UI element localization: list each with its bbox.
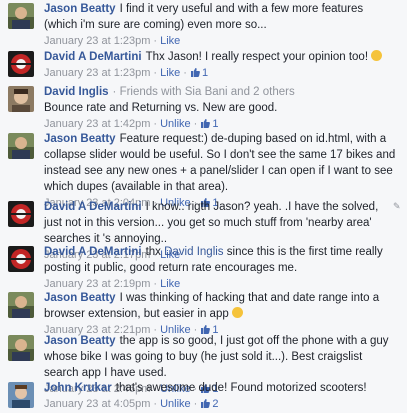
- comment: Jason Beatty the app is so good, I just g…: [0, 333, 407, 395]
- like-count[interactable]: 1: [200, 118, 218, 130]
- comment-text: Jason Beatty the app is so good, I just g…: [44, 333, 399, 381]
- comment-text: David A DeMartini Thx Jason! I really res…: [44, 49, 399, 65]
- comment-timestamp[interactable]: January 23 at 4:05pm: [44, 398, 150, 410]
- thumbs-up-icon: [201, 399, 211, 408]
- avatar[interactable]: [8, 246, 34, 272]
- comment-text: David A DeMartini thx David Inglis since …: [44, 244, 399, 276]
- avatar[interactable]: [8, 382, 34, 408]
- comment: David A DeMartini thx David Inglis since …: [0, 244, 407, 290]
- comment-timestamp[interactable]: January 23 at 1:42pm: [44, 118, 150, 130]
- comment-meta: January 23 at 1:23pm · Like · 1: [44, 67, 209, 79]
- comment: Jason Beatty Feature request:) de-duping …: [0, 131, 407, 209]
- mutual-friends: · Friends with Sia Bani and 2 others: [112, 86, 295, 98]
- comment-author[interactable]: John Krukar: [44, 382, 112, 394]
- like-button[interactable]: Like: [160, 35, 180, 47]
- unlike-button[interactable]: Unlike: [160, 398, 191, 410]
- avatar[interactable]: [8, 133, 34, 159]
- comment: David A DeMartini Thx Jason! I really res…: [0, 49, 407, 83]
- comment-text: Jason Beatty I find it very useful and wi…: [44, 1, 399, 33]
- avatar[interactable]: [8, 201, 34, 227]
- comment-author[interactable]: David A DeMartini: [44, 51, 142, 63]
- avatar[interactable]: [8, 86, 34, 112]
- comment-author[interactable]: Jason Beatty: [44, 292, 116, 304]
- avatar[interactable]: [8, 3, 34, 29]
- comment-author[interactable]: Jason Beatty: [44, 133, 116, 145]
- comment-text: John Krukar that's awesome dude! Found mo…: [44, 380, 399, 396]
- comment-text: Jason Beatty I was thinking of hacking th…: [44, 290, 399, 322]
- comment-text: David A DeMartini I know.. rigth Jason? y…: [44, 199, 399, 247]
- thumbs-up-icon: [190, 68, 200, 77]
- avatar[interactable]: [8, 51, 34, 77]
- comment-header: David Inglis · Friends with Sia Bani and …: [44, 84, 399, 100]
- like-count[interactable]: 1: [190, 67, 208, 79]
- comment: Jason Beatty I find it very useful and wi…: [0, 1, 407, 47]
- comment-body: that's awesome dude! Found motorized sco…: [115, 382, 367, 394]
- comment-text: Jason Beatty Feature request:) de-duping …: [44, 131, 399, 195]
- comment-meta: January 23 at 1:42pm · Unlike · 1: [44, 118, 219, 130]
- avatar[interactable]: [8, 292, 34, 318]
- comment-body: Bounce rate and Returning vs. New are go…: [44, 102, 278, 114]
- comment: David Inglis · Friends with Sia Bani and …: [0, 84, 407, 130]
- comment-timestamp[interactable]: January 23 at 1:23pm: [44, 67, 150, 79]
- smile-emoji-icon: [371, 50, 383, 61]
- comment-author[interactable]: Jason Beatty: [44, 3, 116, 15]
- comment-author[interactable]: David Inglis: [44, 86, 109, 98]
- like-count[interactable]: 2: [200, 398, 218, 410]
- pencil-icon[interactable]: ✎: [393, 201, 401, 211]
- like-button[interactable]: Like: [160, 278, 180, 290]
- comment: David A DeMartini I know.. rigth Jason? y…: [0, 199, 407, 261]
- mention-link[interactable]: David Inglis: [164, 246, 223, 258]
- comment: Jason Beatty I was thinking of hacking th…: [0, 290, 407, 336]
- smile-emoji-icon: [231, 307, 243, 318]
- comment-timestamp[interactable]: January 23 at 2:19pm: [44, 278, 150, 290]
- comment-body: Thx Jason! I really respect your opinion…: [145, 51, 369, 63]
- unlike-button[interactable]: Unlike: [160, 118, 191, 130]
- comment-body-prefix: thx: [145, 246, 161, 258]
- comment-meta: January 23 at 4:05pm · Unlike · 2: [44, 398, 219, 410]
- like-button[interactable]: Like: [160, 67, 180, 79]
- comment-meta: January 23 at 1:23pm · Like: [44, 35, 181, 47]
- comment-author[interactable]: David A DeMartini: [44, 201, 142, 213]
- comment: John Krukar that's awesome dude! Found mo…: [0, 380, 407, 412]
- avatar[interactable]: [8, 335, 34, 361]
- thumbs-up-icon: [201, 119, 211, 128]
- comment-timestamp[interactable]: January 23 at 1:23pm: [44, 35, 150, 47]
- comment-author[interactable]: David A DeMartini: [44, 246, 142, 258]
- comment-author[interactable]: Jason Beatty: [44, 335, 116, 347]
